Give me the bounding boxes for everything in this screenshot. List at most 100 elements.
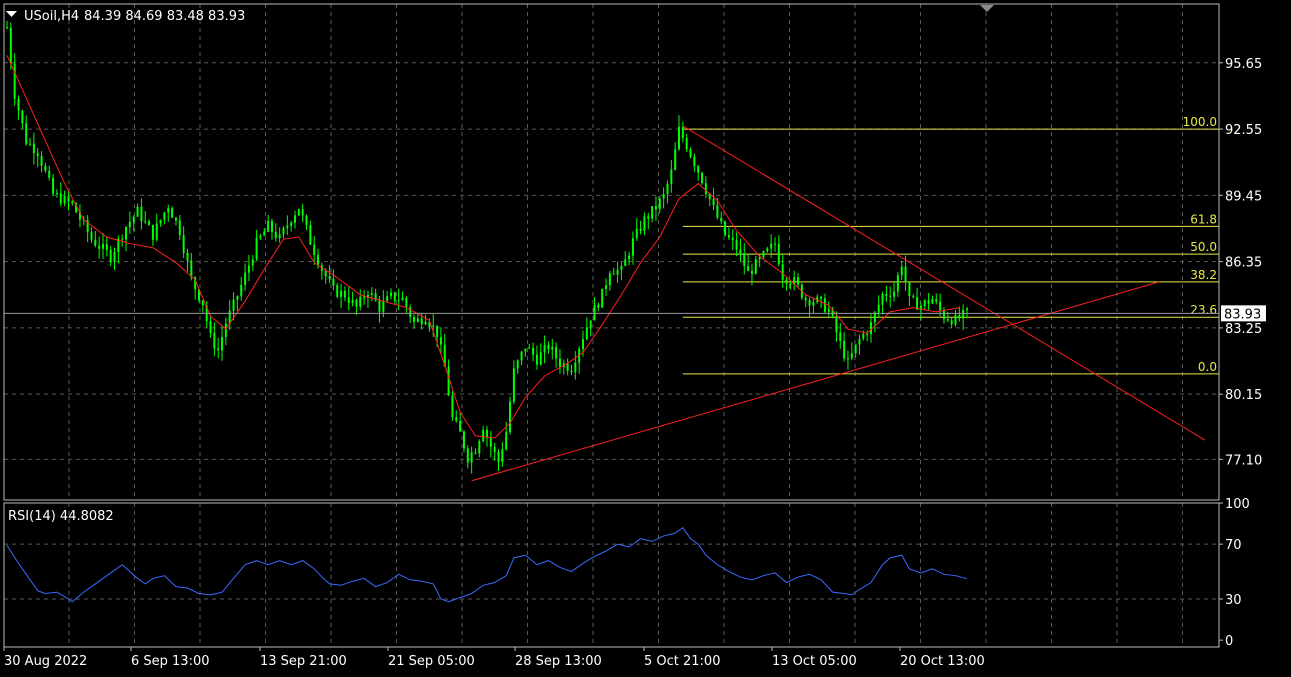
candle-body — [401, 297, 404, 301]
candle-body — [704, 183, 707, 195]
candle-body — [247, 265, 250, 273]
candle-body — [163, 212, 166, 221]
candle-body — [497, 452, 500, 462]
candle-body — [255, 237, 258, 260]
candle-body — [474, 452, 477, 454]
candle-body — [839, 332, 842, 341]
candle-body — [689, 149, 692, 157]
candle-body — [912, 296, 915, 298]
candle-body — [48, 170, 51, 178]
candle-body — [25, 123, 28, 144]
rsi-axis-label: 30 — [1225, 593, 1242, 608]
candle-body — [40, 155, 43, 166]
candle-body — [547, 344, 550, 350]
candle-body — [850, 353, 853, 359]
candle-body — [424, 321, 427, 325]
candle-body — [505, 432, 508, 450]
candle-body — [754, 259, 757, 274]
candle-body — [616, 269, 619, 275]
candle-body — [620, 265, 623, 270]
candle-body — [128, 221, 131, 228]
candle-body — [36, 153, 39, 156]
candle-body — [535, 354, 538, 365]
fib-level-label: 61.8 — [1190, 212, 1217, 226]
candle-body — [359, 296, 362, 307]
time-axis-label: 21 Sep 05:00 — [388, 654, 475, 669]
candle-body — [278, 234, 281, 239]
candle-body — [236, 296, 239, 300]
candle-body — [678, 126, 680, 150]
candle-body — [789, 283, 792, 285]
candle-body — [159, 220, 162, 224]
price-axis-label: 80.15 — [1225, 388, 1262, 403]
candle-body — [328, 276, 331, 279]
candle-body — [520, 351, 523, 361]
fib-level-label: 23.6 — [1190, 303, 1217, 317]
candle-body — [843, 340, 846, 359]
candle-body — [240, 284, 243, 297]
candle-body — [132, 216, 135, 222]
candle-body — [624, 259, 627, 266]
candle-body — [244, 272, 247, 285]
candle-body — [224, 323, 227, 337]
candle-body — [186, 252, 189, 261]
candle-body — [459, 420, 462, 432]
candle-body — [455, 417, 458, 421]
rsi-axis-label: 0 — [1225, 634, 1233, 649]
candle-body — [486, 429, 488, 437]
candle-body — [29, 143, 32, 145]
candle-body — [413, 316, 416, 322]
candle-body — [447, 366, 450, 396]
candle-body — [405, 297, 408, 308]
candle-body — [593, 304, 596, 321]
candle-body — [386, 296, 389, 302]
candle-body — [251, 259, 254, 266]
candle-body — [98, 245, 101, 249]
candle-body — [574, 362, 577, 373]
candle-body — [785, 279, 788, 284]
candle-body — [866, 333, 869, 335]
candle-body — [44, 165, 47, 171]
candle-body — [781, 264, 784, 280]
price-axis-label: 77.10 — [1225, 453, 1262, 468]
candle-body — [670, 169, 673, 184]
candle-body — [305, 215, 308, 226]
candle-body — [743, 253, 746, 267]
candle-body — [109, 249, 112, 262]
candle-body — [347, 297, 350, 304]
candle-body — [643, 216, 646, 231]
candle-body — [797, 277, 800, 285]
candle-body — [654, 206, 657, 210]
candle-body — [954, 314, 957, 325]
candle-body — [378, 300, 381, 312]
candle-body — [608, 273, 611, 286]
candle-body — [827, 308, 830, 312]
candle-body — [21, 110, 24, 124]
rsi-axis-label: 70 — [1225, 538, 1242, 553]
candle-body — [270, 220, 273, 232]
candle-body — [9, 27, 12, 64]
candle-body — [681, 126, 684, 138]
candle-body — [259, 235, 262, 238]
candle-body — [950, 320, 953, 325]
candle-body — [820, 296, 823, 299]
candle-body — [720, 217, 723, 222]
candle-body — [750, 270, 753, 274]
candle-body — [332, 278, 335, 286]
candle-body — [724, 221, 727, 236]
time-axis-label: 13 Oct 05:00 — [772, 654, 857, 669]
rsi-title: RSI(14) 44.8082 — [8, 509, 114, 524]
candle-body — [382, 301, 385, 312]
candle-body — [570, 370, 573, 373]
candle-body — [63, 196, 66, 204]
candle-body — [927, 300, 930, 304]
candle-body — [777, 243, 780, 265]
candle-body — [877, 304, 880, 313]
candle-body — [190, 260, 193, 278]
candle-body — [631, 238, 634, 256]
candle-body — [301, 209, 304, 216]
candle-body — [466, 448, 469, 463]
candle-body — [697, 166, 700, 173]
candle-body — [90, 232, 93, 240]
price-axis-label: 95.65 — [1225, 57, 1262, 72]
